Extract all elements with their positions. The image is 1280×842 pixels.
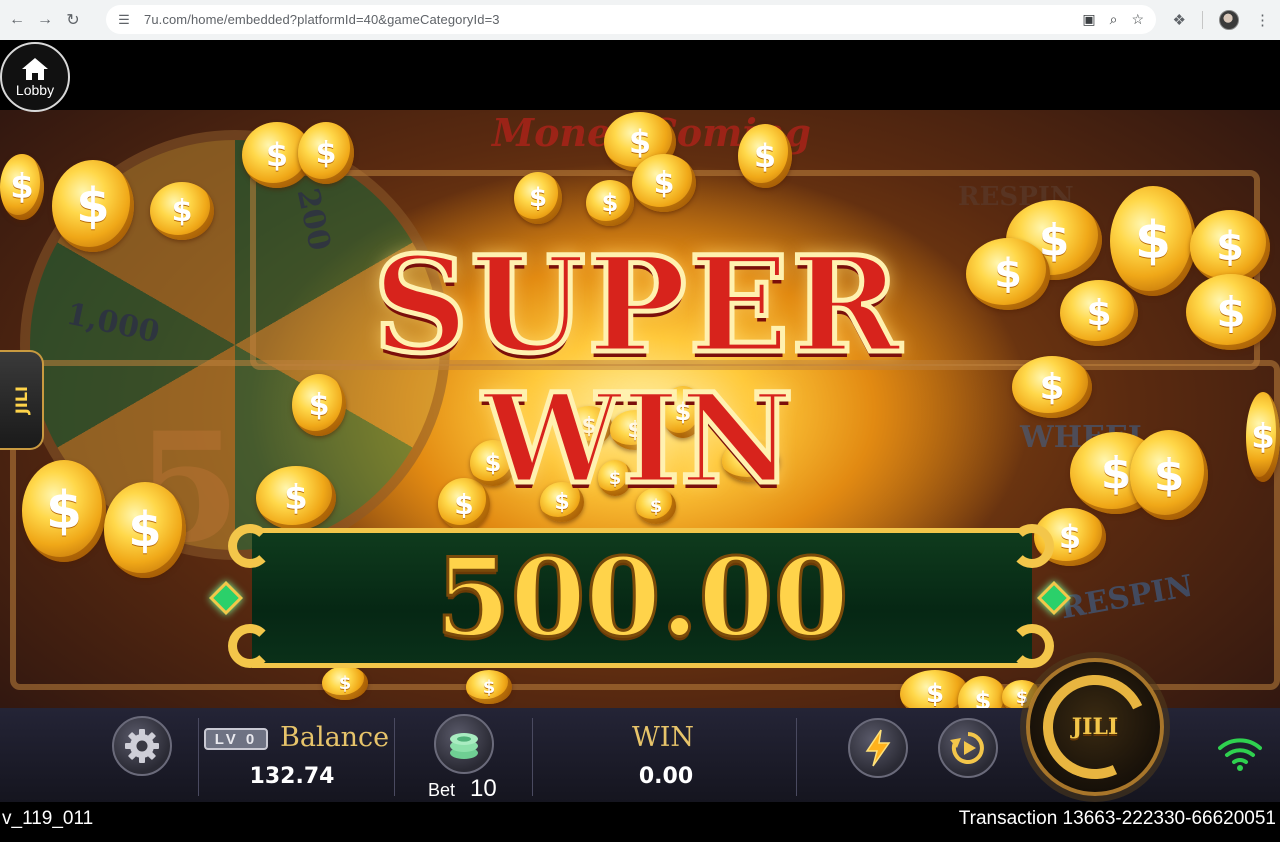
coin-icon: $	[150, 182, 214, 240]
coin-icon: $	[1246, 392, 1280, 482]
settings-button[interactable]	[112, 716, 172, 776]
ornament-left	[209, 520, 274, 676]
coin-icon: $	[966, 238, 1050, 310]
coin-icon: $	[22, 460, 106, 562]
lightning-icon	[865, 729, 891, 767]
coin-icon: $	[1060, 280, 1138, 346]
home-icon	[22, 57, 48, 80]
menu-kebab-icon[interactable]: ⋮	[1255, 11, 1270, 29]
bet-label: Bet	[428, 780, 456, 800]
autoplay-icon	[950, 732, 984, 764]
game-stage[interactable]: 200 1,000 5 Money Coming RESPIN WHEEL RE…	[0, 110, 1280, 708]
gear-icon	[125, 729, 159, 763]
turbo-button[interactable]	[848, 718, 908, 778]
coin-icon: $	[1186, 274, 1276, 350]
coin-icon: $	[514, 172, 562, 224]
divider	[796, 718, 797, 796]
coin-icon: $	[586, 180, 634, 226]
super-win-subtitle: WIN	[480, 367, 796, 512]
game-viewport[interactable]: Lobby 200 1,000 5 Money Coming RESPIN WH…	[0, 40, 1280, 802]
game-top-bar	[0, 40, 1280, 110]
autoplay-button[interactable]	[938, 718, 998, 778]
coin-icon: $	[738, 124, 792, 188]
coin-icon: $	[1012, 356, 1092, 418]
extensions-icon[interactable]: ❖	[1173, 11, 1186, 29]
wifi-icon	[1218, 738, 1262, 771]
url-text[interactable]: 7u.com/home/embedded?platformId=40&gameC…	[144, 12, 500, 27]
balance-value: 132.74	[249, 764, 335, 789]
win-amount: 500.00	[434, 534, 850, 663]
install-app-icon[interactable]: ▣	[1082, 11, 1095, 28]
back-icon[interactable]: ←	[6, 9, 28, 31]
coin-icon: $	[298, 122, 354, 184]
coin-icon: $	[466, 670, 512, 704]
game-footer: v_119_011 Transaction 13663-222330-66620…	[0, 802, 1280, 842]
spin-label: JILI	[1071, 714, 1119, 740]
coin-icon: $	[52, 160, 134, 252]
divider	[394, 718, 395, 796]
coin-icon: $	[1190, 210, 1270, 284]
win-label: WIN	[632, 722, 695, 753]
toolbar-divider	[1202, 11, 1203, 29]
win-value: 0.00	[638, 764, 694, 789]
site-settings-icon[interactable]: ☰	[114, 12, 134, 28]
transaction-id: Transaction 13663-222330-66620051	[958, 808, 1276, 829]
coin-icon: $	[1130, 430, 1208, 520]
coin-icon: $	[104, 482, 186, 578]
spin-button[interactable]: JILI	[1026, 658, 1164, 796]
level-badge: LV 0	[204, 728, 268, 750]
bookmark-star-icon[interactable]: ☆	[1131, 11, 1144, 28]
chip-stack-icon	[450, 733, 478, 759]
balance-label: Balance	[280, 722, 390, 753]
reload-icon[interactable]: ↻	[62, 9, 84, 31]
forward-icon[interactable]: →	[34, 9, 56, 31]
win-amount-panel: 500.00	[252, 528, 1032, 668]
address-bar[interactable]: ☰ 7u.com/home/embedded?platformId=40&gam…	[106, 5, 1156, 34]
profile-avatar[interactable]	[1219, 10, 1239, 30]
gem-icon	[1037, 581, 1071, 615]
divider	[532, 718, 533, 796]
coin-icon: $	[0, 154, 44, 220]
lobby-label: Lobby	[15, 81, 55, 98]
coin-icon: $	[322, 666, 368, 700]
zoom-icon[interactable]: ⌕	[1110, 11, 1118, 28]
bet-value: 10	[470, 775, 497, 802]
coin-icon: $	[1110, 186, 1196, 296]
bet-button[interactable]	[434, 714, 494, 774]
side-tab-label: JILI	[11, 385, 31, 415]
super-win-title: SUPER	[370, 228, 903, 383]
coin-icon: $	[632, 154, 696, 212]
divider	[198, 718, 199, 796]
version-text: v_119_011	[2, 808, 94, 829]
browser-toolbar: ← → ↻ ☰ 7u.com/home/embedded?platformId=…	[0, 0, 1280, 40]
side-tab[interactable]: JILI	[0, 350, 44, 450]
ornament-right	[1010, 520, 1071, 676]
lobby-button[interactable]: Lobby	[0, 42, 70, 112]
